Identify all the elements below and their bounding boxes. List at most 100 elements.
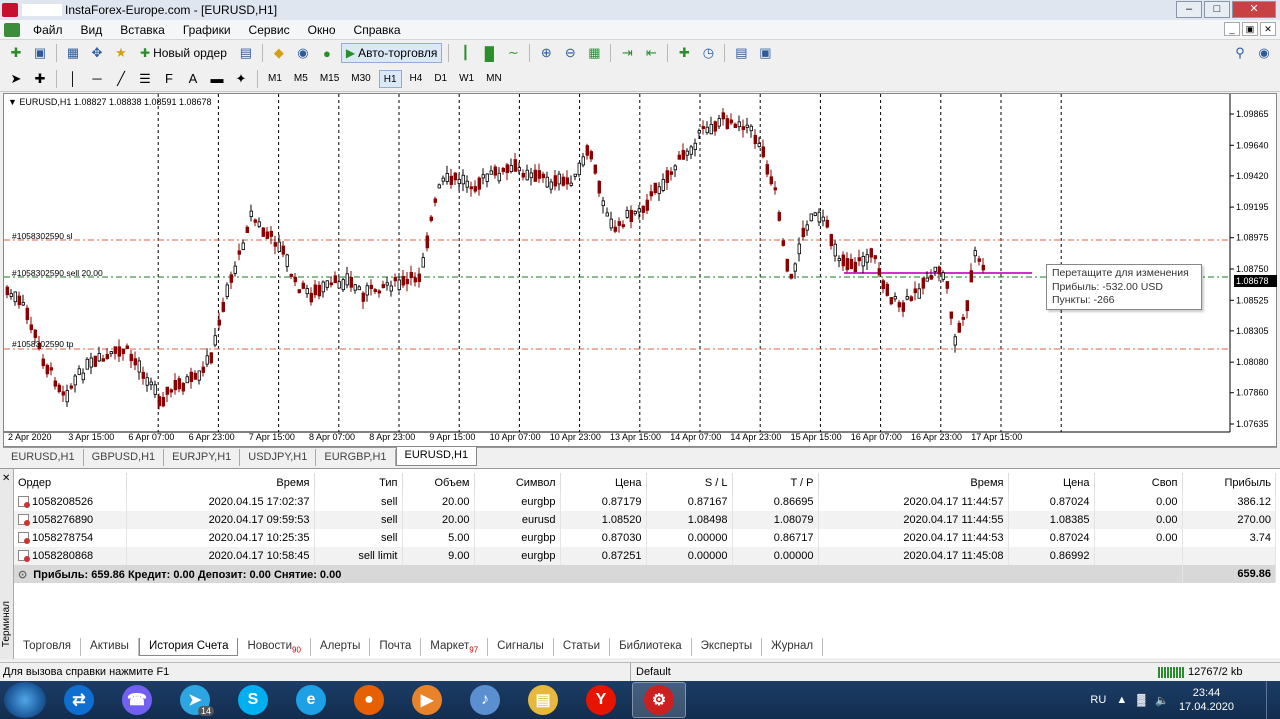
menu-insert[interactable]: Вставка	[111, 23, 174, 37]
terminal-tab-1[interactable]: Активы	[81, 637, 139, 656]
child-minimize-button[interactable]: _	[1224, 22, 1240, 36]
chart-tab-eurgbp-h1[interactable]: EURGBP,H1	[316, 449, 396, 466]
col-tp[interactable]: T / P	[732, 473, 819, 493]
timeframe-m1[interactable]: M1	[264, 70, 286, 88]
child-close-button[interactable]: ✕	[1260, 22, 1276, 36]
screenshot-icon[interactable]: ▣	[755, 44, 775, 62]
timeframe-mn[interactable]: MN	[482, 70, 506, 88]
crosshair-icon[interactable]: ✚	[30, 70, 50, 88]
chart-tab-gbpusd-h1[interactable]: GBPUSD,H1	[84, 449, 165, 466]
taskbar-app-9[interactable]: Y	[574, 682, 628, 718]
signals-icon[interactable]: ●	[317, 44, 337, 62]
terminal-tab-8[interactable]: Статьи	[554, 637, 611, 656]
collapse-icon[interactable]: ⊙	[18, 569, 27, 581]
table-row[interactable]: 1058280868 2020.04.17 10:58:45 sell limit 9…	[14, 547, 1276, 565]
terminal-tab-6[interactable]: Маркет97	[421, 637, 489, 656]
taskbar-app-10[interactable]: ⚙	[632, 682, 686, 718]
navigator-icon[interactable]: ★	[111, 44, 131, 62]
child-restore-button[interactable]: ▣	[1242, 22, 1258, 36]
col-order[interactable]: Ордер	[14, 473, 127, 493]
cursor-icon[interactable]: ➤	[6, 70, 26, 88]
chart-tab-eurusd-h1[interactable]: EURUSD,H1	[3, 449, 84, 466]
timeframe-d1[interactable]: D1	[430, 70, 451, 88]
chart-tab-eurusd-h1-active[interactable]: EURUSD,H1	[395, 447, 478, 466]
timeframe-m15[interactable]: M15	[316, 70, 343, 88]
col-profit[interactable]: Прибыль	[1182, 473, 1276, 493]
col-swap[interactable]: Своп	[1094, 473, 1183, 493]
bar-chart-icon[interactable]: ┃	[455, 44, 475, 62]
terminal-tab-11[interactable]: Журнал	[762, 637, 824, 656]
data-window-icon[interactable]: ✥	[87, 44, 107, 62]
network-icon[interactable]: ▓	[1137, 694, 1145, 706]
zoom-out-icon[interactable]: ⊖	[560, 44, 580, 62]
community-icon[interactable]: ◉	[1254, 44, 1274, 62]
chart-tab-usdjpy-h1[interactable]: USDJPY,H1	[240, 449, 317, 466]
terminal-tab-5[interactable]: Почта	[370, 637, 422, 656]
vertical-line-icon[interactable]: │	[63, 70, 83, 88]
menu-window[interactable]: Окно	[299, 23, 345, 37]
menu-view[interactable]: Вид	[72, 23, 112, 37]
profiles-icon[interactable]: ▣	[30, 44, 50, 62]
line-chart-icon[interactable]: ∼	[503, 44, 523, 62]
volume-icon[interactable]: 🔈	[1155, 694, 1169, 707]
show-desktop-button[interactable]	[1266, 681, 1280, 719]
col-symbol[interactable]: Символ	[474, 473, 561, 493]
table-row[interactable]: 1058278754 2020.04.17 10:25:35 sell 5.00 eur…	[14, 529, 1276, 547]
shapes-icon[interactable]: ✦	[231, 70, 251, 88]
timeframe-w1[interactable]: W1	[455, 70, 478, 88]
col-close-price[interactable]: Цена	[1008, 473, 1095, 493]
maximize-button[interactable]: □	[1204, 1, 1230, 18]
timeframe-h1[interactable]: H1	[378, 69, 402, 88]
text-icon[interactable]: A	[183, 70, 203, 88]
close-button[interactable]: ✕	[1232, 1, 1276, 18]
metaeditor-icon[interactable]: ◉	[293, 44, 313, 62]
tray-arrow-icon[interactable]: ▲	[1116, 694, 1127, 706]
taskbar-app-3[interactable]: S	[226, 682, 280, 718]
terminal-tab-7[interactable]: Сигналы	[488, 637, 554, 656]
taskbar-app-2[interactable]: ➤ 14	[168, 682, 222, 718]
autoscroll-icon[interactable]: ⇥	[617, 44, 637, 62]
col-close-time[interactable]: Время	[818, 473, 1009, 493]
menu-charts[interactable]: Графики	[174, 23, 240, 37]
strategy-tester-icon[interactable]: ▤	[236, 44, 256, 62]
col-type[interactable]: Тип	[314, 473, 403, 493]
table-row[interactable]: 1058276890 2020.04.17 09:59:53 sell 20.00 eu…	[14, 511, 1276, 529]
taskbar-app-1[interactable]: ☎	[110, 682, 164, 718]
zoom-in-icon[interactable]: ⊕	[536, 44, 556, 62]
taskbar-app-6[interactable]: ▶	[400, 682, 454, 718]
label-icon[interactable]: ▬	[207, 70, 227, 88]
menu-file[interactable]: Файл	[24, 23, 72, 37]
terminal-tab-9[interactable]: Библиотека	[610, 637, 692, 656]
timeframe-m5[interactable]: M5	[290, 70, 312, 88]
col-volume[interactable]: Объем	[402, 473, 475, 493]
taskbar-app-7[interactable]: ♪	[458, 682, 512, 718]
col-sl[interactable]: S / L	[646, 473, 733, 493]
terminal-tab-4[interactable]: Алерты	[311, 637, 371, 656]
taskbar-app-4[interactable]: e	[284, 682, 338, 718]
menu-help[interactable]: Справка	[345, 23, 410, 37]
tray-clock[interactable]: 23:44 17.04.2020	[1179, 686, 1234, 714]
market-watch-icon[interactable]: ▦	[63, 44, 83, 62]
new-chart-icon[interactable]: ✚	[6, 44, 26, 62]
search-icon[interactable]: ⚲	[1230, 44, 1250, 62]
terminal-tab-3[interactable]: Новости90	[238, 637, 311, 656]
col-open-price[interactable]: Цена	[560, 473, 647, 493]
minimize-button[interactable]: –	[1176, 1, 1202, 18]
col-open-time[interactable]: Время	[126, 473, 315, 493]
terminal-tab-10[interactable]: Эксперты	[692, 637, 763, 656]
templates-icon[interactable]: ▤	[731, 44, 751, 62]
fibonacci-icon[interactable]: F	[159, 70, 179, 88]
price-chart[interactable]: 2 Apr 2020 3 Apr 15:00 6 Apr 07:00 6 Apr 23…	[3, 93, 1277, 447]
taskbar-app-0[interactable]: ⇄	[52, 682, 106, 718]
candle-chart-icon[interactable]: █	[479, 44, 499, 62]
tile-windows-icon[interactable]: ▦	[584, 44, 604, 62]
terminal-tab-0[interactable]: Торговля	[14, 637, 82, 656]
timeframe-h4[interactable]: H4	[406, 70, 427, 88]
trendline-icon[interactable]: ╱	[111, 70, 131, 88]
horizontal-line-icon[interactable]: ─	[87, 70, 107, 88]
chart-shift-icon[interactable]: ⇤	[641, 44, 661, 62]
chart-tab-eurjpy-h1[interactable]: EURJPY,H1	[164, 449, 241, 466]
start-button[interactable]	[4, 682, 46, 718]
channel-icon[interactable]: ☰	[135, 70, 155, 88]
indicators-icon[interactable]: ✚	[674, 44, 694, 62]
